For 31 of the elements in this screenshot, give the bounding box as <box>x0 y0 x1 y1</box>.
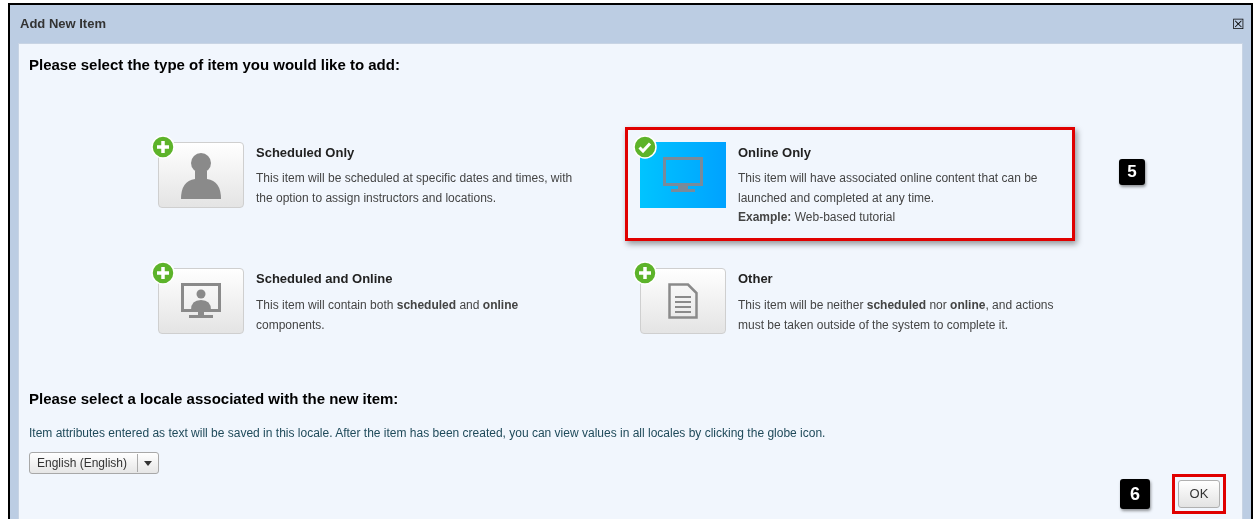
option-description: This item will contain both scheduled and online components. <box>256 296 520 334</box>
item-type-option[interactable]: Scheduled and Online This item will contain both scheduled and online components. <box>143 253 593 350</box>
document-icon <box>668 283 698 319</box>
monitor-person-icon <box>181 283 221 319</box>
callout-badge: 5 <box>1119 158 1145 185</box>
option-title: Scheduled and Online <box>256 270 394 288</box>
option-description: This item will be neither scheduled nor online, and actions must be taken outside of the system to complete it. <box>738 296 1055 334</box>
close-button[interactable]: ☒ <box>1232 17 1245 31</box>
item-type-option[interactable]: Online Only This item will have associated online content that can be launched and completed at any time. Example: Web-based tutorial <box>625 126 1075 241</box>
option-title: Online Only <box>738 143 812 162</box>
section-heading: Please select a locale associated with the new item: <box>29 388 400 409</box>
option-example: Example: Web-based tutorial <box>738 209 897 226</box>
monitor-icon <box>663 156 703 193</box>
option-description: This item will be scheduled at specific dates and times, with the option to assign instructors and locations. <box>256 170 574 207</box>
option-description: This item will have associated online content that can be launched and completed at any time. <box>738 170 1039 207</box>
check-badge-icon <box>633 134 657 159</box>
plus-badge-icon <box>151 261 175 285</box>
window-title: Add New Item <box>20 15 106 34</box>
locale-dropdown[interactable]: English (English) <box>29 452 160 474</box>
option-title: Scheduled Only <box>256 143 356 162</box>
plus-badge-icon <box>633 261 657 285</box>
section-heading: Please select the type of item you would like to add: <box>29 55 401 75</box>
callout-badge: 6 <box>1120 479 1150 509</box>
plus-badge-icon <box>151 134 175 159</box>
ok-button[interactable]: OK <box>1178 480 1220 508</box>
item-type-option[interactable]: Other This item will be neither scheduled nor online, and actions must be taken outside of the system to complete it. <box>625 253 1075 350</box>
option-title: Other <box>738 270 774 288</box>
item-type-option[interactable]: Scheduled Only This item will be scheduled at specific dates and times, with the option to assign instructors and locations. <box>143 126 593 223</box>
person-icon <box>179 150 223 199</box>
locale-note: Item attributes entered as text will be saved in this locale. After the item has been created, you can view values in all locales by clicking the globe icon. <box>29 425 827 442</box>
caret-icon <box>144 460 153 466</box>
